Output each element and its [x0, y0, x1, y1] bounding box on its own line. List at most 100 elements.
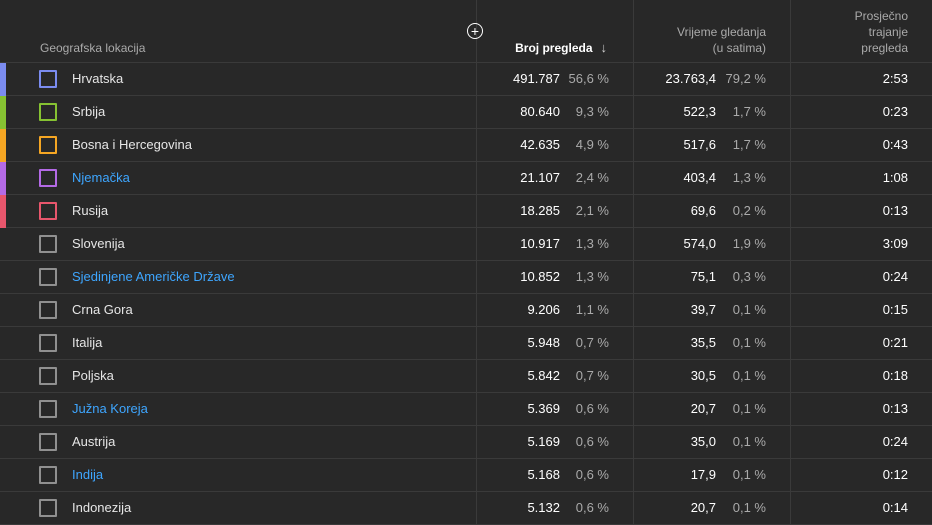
country-name: Srbija	[72, 104, 106, 119]
avg-duration-column-header[interactable]: Prosječno trajanje pregleda	[855, 8, 908, 56]
avg-duration-value: 0:21	[882, 335, 908, 350]
series-color-stripe	[0, 294, 6, 327]
avg-duration-label-line2: trajanje	[868, 25, 908, 39]
avg-duration-value: 0:43	[882, 137, 908, 152]
avg-duration-value: 0:12	[882, 467, 908, 482]
country-name[interactable]: Njemačka	[72, 170, 130, 186]
country-name[interactable]: Južna Koreja	[72, 401, 148, 417]
row-checkbox[interactable]	[39, 70, 57, 88]
watch-time-label-line2: (u satima)	[712, 41, 766, 55]
row-checkbox[interactable]	[39, 334, 57, 352]
watch-time-value: 20,7	[690, 500, 716, 515]
row-checkbox[interactable]	[39, 301, 57, 319]
views-value: 9.206	[527, 302, 560, 317]
avg-duration-value: 0:23	[882, 104, 908, 119]
row-checkbox[interactable]	[39, 136, 57, 154]
geo-column-header: Geografska lokacija	[40, 41, 146, 55]
series-color-stripe	[0, 228, 6, 261]
watch-time-value: 574,0	[683, 236, 716, 251]
series-color-stripe	[0, 96, 6, 129]
country-name: Bosna i Hercegovina	[72, 137, 192, 152]
table-header: Geografska lokacija + Broj pregleda ↓ Vr…	[0, 0, 932, 63]
row-checkbox[interactable]	[39, 268, 57, 286]
table-row[interactable]: Sjedinjene Američke Države 10.852 1,3 % 75,…	[0, 261, 932, 294]
series-color-stripe	[0, 426, 6, 459]
series-color-stripe	[0, 162, 6, 195]
views-percent: 0,7 %	[575, 335, 609, 350]
series-color-stripe	[0, 261, 6, 294]
watch-time-label-line1: Vrijeme gledanja	[677, 25, 766, 39]
watch-time-value: 35,0	[690, 434, 716, 449]
watch-time-value: 35,5	[690, 335, 716, 350]
avg-duration-label-line1: Prosječno	[854, 9, 908, 23]
views-value: 21.107	[520, 170, 560, 185]
country-name: Hrvatska	[72, 71, 124, 86]
views-value: 5.948	[527, 335, 560, 350]
views-value: 5.168	[527, 467, 560, 482]
table-row[interactable]: Austrija 5.169 0,6 % 35,0 0,1 % 0:24	[0, 426, 932, 459]
watch-time-column-header[interactable]: Vrijeme gledanja (u satima)	[677, 24, 766, 56]
avg-duration-value: 0:14	[882, 500, 908, 515]
avg-duration-value: 0:24	[882, 434, 908, 449]
views-column-label: Broj pregleda	[515, 41, 593, 55]
table-row[interactable]: Srbija 80.640 9,3 % 522,3 1,7 % 0:23	[0, 96, 932, 129]
row-checkbox[interactable]	[39, 400, 57, 418]
views-value: 10.917	[520, 236, 560, 251]
watch-time-value: 403,4	[683, 170, 716, 185]
views-percent: 56,6 %	[568, 71, 609, 86]
row-checkbox[interactable]	[39, 169, 57, 187]
views-value: 5.132	[527, 500, 560, 515]
table-row[interactable]: Italija 5.948 0,7 % 35,5 0,1 % 0:21	[0, 327, 932, 360]
table-row[interactable]: Crna Gora 9.206 1,1 % 39,7 0,1 % 0:15	[0, 294, 932, 327]
views-percent: 1,1 %	[575, 302, 609, 317]
watch-time-value: 75,1	[690, 269, 716, 284]
country-name[interactable]: Indija	[72, 467, 103, 483]
series-color-stripe	[0, 195, 6, 228]
views-percent: 0,6 %	[575, 434, 609, 449]
views-value: 5.842	[527, 368, 560, 383]
views-percent: 0,6 %	[575, 401, 609, 416]
watch-time-percent: 0,1 %	[732, 335, 766, 350]
watch-time-percent: 1,3 %	[732, 170, 766, 185]
avg-duration-value: 2:53	[882, 71, 908, 86]
country-name: Italija	[72, 335, 103, 350]
views-percent: 0,7 %	[575, 368, 609, 383]
watch-time-value: 23.763,4	[665, 71, 716, 86]
series-color-stripe	[0, 129, 6, 162]
views-percent: 0,6 %	[575, 500, 609, 515]
row-checkbox[interactable]	[39, 202, 57, 220]
avg-duration-value: 1:08	[882, 170, 908, 185]
table-row[interactable]: Njemačka 21.107 2,4 % 403,4 1,3 % 1:08	[0, 162, 932, 195]
table-row[interactable]: Indija 5.168 0,6 % 17,9 0,1 % 0:12	[0, 459, 932, 492]
views-column-header[interactable]: Broj pregleda ↓	[515, 40, 607, 56]
table-row[interactable]: Hrvatska 491.787 56,6 % 23.763,4 79,2 % 2:53	[0, 63, 932, 96]
row-checkbox[interactable]	[39, 367, 57, 385]
watch-time-percent: 0,1 %	[732, 467, 766, 482]
views-value: 80.640	[520, 104, 560, 119]
table-row[interactable]: Južna Koreja 5.369 0,6 % 20,7 0,1 % 0:13	[0, 393, 932, 426]
table-row[interactable]: Bosna i Hercegovina 42.635 4,9 % 517,6 1,7 %…	[0, 129, 932, 162]
country-name[interactable]: Sjedinjene Američke Države	[72, 269, 235, 285]
row-checkbox[interactable]	[39, 103, 57, 121]
watch-time-percent: 1,7 %	[732, 137, 766, 152]
arrow-down-icon: ↓	[600, 40, 608, 55]
watch-time-percent: 0,1 %	[732, 500, 766, 515]
row-checkbox[interactable]	[39, 433, 57, 451]
row-checkbox[interactable]	[39, 235, 57, 253]
table-row[interactable]: Slovenija 10.917 1,3 % 574,0 1,9 % 3:09	[0, 228, 932, 261]
watch-time-value: 522,3	[683, 104, 716, 119]
table-row[interactable]: Rusija 18.285 2,1 % 69,6 0,2 % 0:13	[0, 195, 932, 228]
plus-circle-icon[interactable]: +	[467, 23, 483, 39]
watch-time-value: 39,7	[690, 302, 716, 317]
row-checkbox[interactable]	[39, 466, 57, 484]
table-row[interactable]: Poljska 5.842 0,7 % 30,5 0,1 % 0:18	[0, 360, 932, 393]
views-value: 18.285	[520, 203, 560, 218]
table-row[interactable]: Indonezija 5.132 0,6 % 20,7 0,1 % 0:14	[0, 492, 932, 525]
country-name: Rusija	[72, 203, 109, 218]
watch-time-value: 517,6	[683, 137, 716, 152]
series-color-stripe	[0, 459, 6, 492]
views-value: 5.369	[527, 401, 560, 416]
series-color-stripe	[0, 492, 6, 525]
row-checkbox[interactable]	[39, 499, 57, 517]
geography-table: Geografska lokacija + Broj pregleda ↓ Vr…	[0, 0, 932, 525]
